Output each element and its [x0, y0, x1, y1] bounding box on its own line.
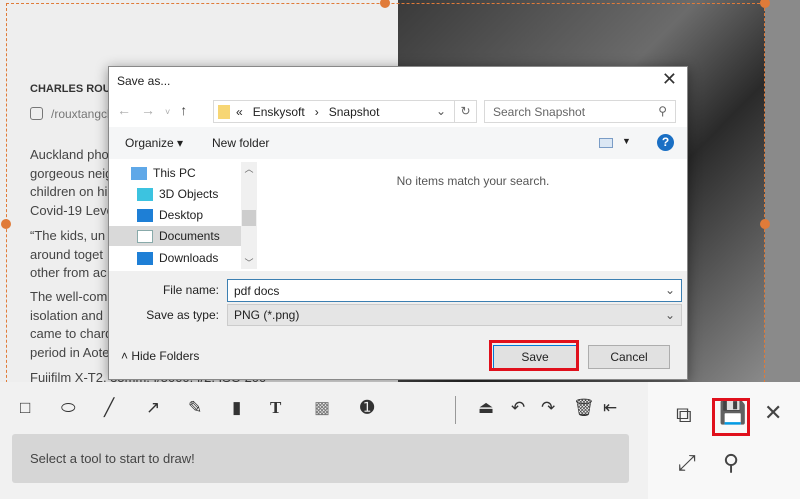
tree-scrollbar[interactable]: ︿ ﹀ — [241, 162, 257, 269]
scroll-up-icon[interactable]: ︿ — [241, 162, 257, 175]
save-type-select[interactable]: PNG (*.png) ⌄ — [227, 304, 682, 326]
view-dropdown-icon[interactable]: ▼ — [622, 136, 631, 146]
status-message: Select a tool to start to draw! — [12, 434, 629, 483]
chevron-up-icon: ˄ — [121, 349, 132, 363]
empty-message: No items match your search. — [396, 174, 550, 188]
highlight-save-button — [489, 340, 579, 371]
drawing-toolbar: □ ⬭ ╱ ↗ ✎ ▮ T ▩ ➊ ⏏ ↶ ↷ 🗑 ⇤ Select a too… — [0, 382, 648, 499]
help-icon[interactable]: ? — [657, 134, 674, 151]
search-input[interactable]: Search Snapshot ⚲ — [484, 100, 676, 123]
scroll-down-icon[interactable]: ﹀ — [241, 256, 257, 269]
tree-item-desktop[interactable]: Desktop — [109, 205, 241, 225]
resize-handle[interactable] — [1, 219, 11, 229]
breadcrumb-separator[interactable]: › — [315, 105, 319, 119]
forward-icon[interactable]: → — [141, 102, 155, 118]
documents-icon — [137, 229, 153, 243]
trash-icon[interactable]: 🗑 — [573, 398, 595, 418]
expand-icon[interactable]: ⤢ — [678, 450, 696, 476]
pc-icon — [131, 166, 147, 180]
background-margin — [765, 0, 800, 382]
folder-tree: This PC 3D Objects Desktop Documents Dow… — [109, 162, 257, 271]
cube-icon — [137, 187, 153, 201]
tree-label: Downloads — [159, 251, 219, 265]
file-name-value: pdf docs — [234, 284, 280, 298]
redo-icon[interactable]: ↷ — [541, 398, 555, 418]
ellipse-icon[interactable]: ⬭ — [61, 398, 76, 418]
eraser-icon[interactable]: ⏏ — [478, 398, 494, 418]
exit-icon[interactable]: ⇤ — [603, 398, 617, 418]
tree-item-3d-objects[interactable]: 3D Objects — [109, 184, 241, 204]
mosaic-icon[interactable]: ▩ — [314, 398, 330, 418]
marker-icon[interactable]: ▮ — [232, 398, 241, 418]
pin-icon[interactable]: ⚲ — [723, 450, 739, 476]
resize-handle[interactable] — [760, 219, 770, 229]
toolbar-divider — [455, 396, 456, 424]
breadcrumb-snapshot[interactable]: Snapshot — [329, 105, 380, 119]
view-icon[interactable] — [599, 138, 613, 148]
arrow-icon[interactable]: ↗ — [146, 398, 160, 418]
file-name-label: File name: — [162, 283, 219, 297]
tree-item-documents[interactable]: Documents — [109, 226, 241, 246]
breadcrumb-enskysoft[interactable]: Enskysoft — [253, 105, 305, 119]
tree-item-this-pc[interactable]: This PC — [131, 163, 257, 183]
cancel-button[interactable]: Cancel — [588, 345, 670, 369]
tree-item-downloads[interactable]: Downloads — [109, 248, 241, 268]
text-icon[interactable]: T — [270, 398, 281, 418]
scroll-thumb[interactable] — [242, 210, 256, 226]
dialog-title: Save as... — [117, 74, 171, 88]
save-as-dialog: Save as... ✕ ← → ˅ ↑ « Enskysoft › Snapshot ⌄ … — [108, 66, 688, 380]
chevron-down-icon[interactable]: ⌄ — [665, 283, 675, 297]
close-icon[interactable]: ✕ — [764, 400, 782, 426]
desktop-icon — [137, 208, 153, 222]
line-icon[interactable]: ╱ — [104, 398, 114, 418]
undo-icon[interactable]: ↶ — [511, 398, 525, 418]
dialog-footer: File name: pdf docs ⌄ Save as type: PNG (… — [109, 271, 687, 379]
command-bar: Organize ▾ New folder ▼ ? — [109, 127, 687, 159]
hide-folders-label: Hide Folders — [131, 349, 200, 363]
folder-icon — [218, 104, 230, 119]
recent-icon[interactable]: ˅ — [165, 107, 170, 117]
rectangle-icon[interactable]: □ — [20, 398, 30, 418]
hide-folders-button[interactable]: ˄ Hide Folders — [121, 349, 199, 363]
breadcrumb-overflow[interactable]: « — [236, 105, 243, 119]
file-name-input[interactable]: pdf docs ⌄ — [227, 279, 682, 302]
save-type-value: PNG (*.png) — [234, 308, 300, 322]
refresh-icon[interactable]: ↻ — [454, 101, 476, 122]
downloads-icon — [137, 251, 153, 265]
chevron-down-icon[interactable]: ⌄ — [436, 104, 446, 118]
tree-label: Desktop — [159, 208, 204, 222]
back-icon[interactable]: ← — [117, 102, 131, 118]
tree-label: This PC — [153, 166, 196, 180]
search-placeholder: Search Snapshot — [493, 105, 586, 119]
organize-button[interactable]: Organize ▾ — [125, 136, 183, 150]
search-icon: ⚲ — [658, 104, 667, 118]
address-bar[interactable]: « Enskysoft › Snapshot ⌄ ↻ — [213, 100, 477, 123]
highlight-save-icon — [712, 398, 750, 436]
up-icon[interactable]: ↑ — [180, 102, 187, 118]
step-number-icon[interactable]: ➊ — [360, 398, 374, 418]
tree-label: 3D Objects — [159, 187, 219, 201]
save-type-label: Save as type: — [146, 308, 219, 322]
close-icon[interactable]: ✕ — [662, 69, 677, 90]
nav-buttons: ← → ˅ ↑ — [117, 102, 197, 118]
copy-icon[interactable]: ⧉ — [676, 402, 692, 428]
pencil-icon[interactable]: ✎ — [188, 398, 202, 418]
new-folder-button[interactable]: New folder — [212, 136, 269, 150]
chevron-down-icon: ⌄ — [664, 308, 675, 322]
tree-label: Documents — [159, 229, 220, 243]
